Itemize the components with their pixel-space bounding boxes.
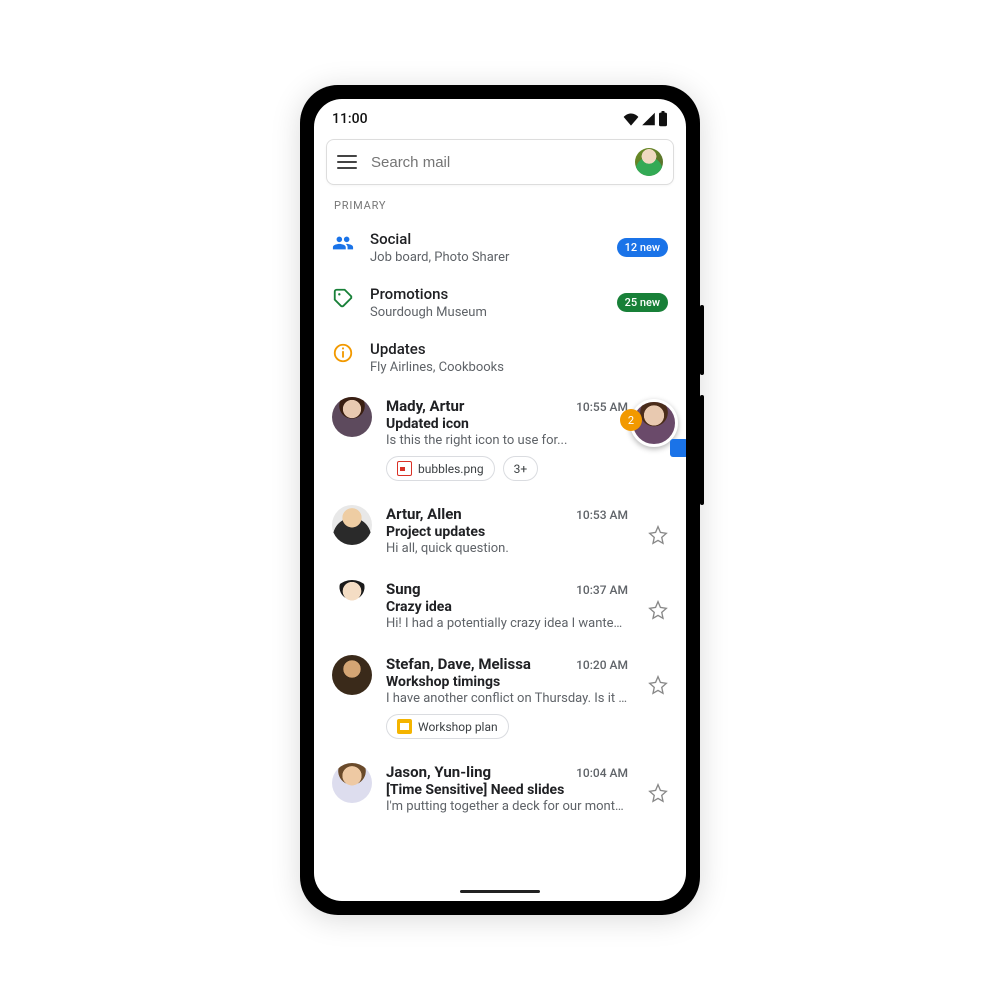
- email-time: 10:04 AM: [576, 766, 628, 780]
- star-icon[interactable]: [648, 525, 668, 545]
- email-sender: Mady, Artur: [386, 397, 464, 415]
- battery-icon: [658, 111, 668, 127]
- volume-button[interactable]: [700, 395, 704, 505]
- cell-signal-icon: [641, 112, 656, 126]
- tab-title: Updates: [370, 340, 668, 358]
- sender-avatar[interactable]: [332, 763, 372, 803]
- email-subject: [Time Sensitive] Need slides: [386, 782, 628, 798]
- sender-avatar[interactable]: [332, 655, 372, 695]
- email-sender: Artur, Allen: [386, 505, 462, 523]
- info-icon: [332, 342, 354, 364]
- tab-badge: 25 new: [617, 293, 668, 312]
- chat-head-badge: 2: [620, 409, 642, 431]
- email-time: 10:55 AM: [576, 400, 628, 414]
- email-time: 10:37 AM: [576, 583, 628, 597]
- attachment-chip[interactable]: Workshop plan: [386, 714, 509, 739]
- email-snippet: Hi all, quick question.: [386, 541, 628, 556]
- tab-updates[interactable]: Updates Fly Airlines, Cookbooks: [314, 330, 686, 385]
- sender-avatar[interactable]: [332, 397, 372, 437]
- tab-subtitle: Sourdough Museum: [370, 305, 601, 320]
- email-snippet: Hi! I had a potentially crazy idea I wan…: [386, 616, 628, 631]
- tab-subtitle: Job board, Photo Sharer: [370, 250, 601, 265]
- email-subject: Crazy idea: [386, 599, 628, 615]
- email-snippet: Is this the right icon to use for...: [386, 433, 628, 448]
- email-time: 10:53 AM: [576, 508, 628, 522]
- email-snippet: I'm putting together a deck for our mont…: [386, 799, 628, 814]
- email-time: 10:20 AM: [576, 658, 628, 672]
- email-subject: Project updates: [386, 524, 628, 540]
- chip-label: Workshop plan: [418, 720, 498, 734]
- tab-social[interactable]: Social Job board, Photo Sharer 12 new: [314, 220, 686, 275]
- tag-icon: [332, 287, 354, 309]
- chip-label: bubbles.png: [418, 462, 484, 476]
- nav-handle[interactable]: [460, 890, 540, 893]
- attachment-more-chip[interactable]: 3+: [503, 456, 539, 481]
- status-time: 11:00: [332, 111, 368, 127]
- status-icons: [623, 111, 668, 127]
- star-icon[interactable]: [648, 783, 668, 803]
- people-icon: [332, 232, 354, 254]
- email-item[interactable]: Stefan, Dave, Melissa 10:20 AM Workshop …: [314, 643, 686, 751]
- inbox-list[interactable]: Social Job board, Photo Sharer 12 new Pr…: [314, 220, 686, 901]
- chat-head-app-icon: [670, 439, 686, 457]
- section-label: PRIMARY: [314, 195, 686, 220]
- hamburger-menu-icon[interactable]: [337, 155, 357, 169]
- sender-avatar[interactable]: [332, 580, 372, 620]
- account-avatar[interactable]: [635, 148, 663, 176]
- email-subject: Workshop timings: [386, 674, 628, 690]
- screen: 11:00 PRIMARY Social Job board, Photo Sh…: [314, 99, 686, 901]
- search-bar[interactable]: [326, 139, 674, 185]
- tab-title: Promotions: [370, 285, 601, 303]
- tab-promotions[interactable]: Promotions Sourdough Museum 25 new: [314, 275, 686, 330]
- email-item[interactable]: Sung 10:37 AM Crazy idea Hi! I had a pot…: [314, 568, 686, 643]
- phone-frame: 11:00 PRIMARY Social Job board, Photo Sh…: [300, 85, 700, 915]
- email-item[interactable]: Artur, Allen 10:53 AM Project updates Hi…: [314, 493, 686, 568]
- slides-icon: [397, 719, 412, 734]
- email-sender: Jason, Yun-ling: [386, 763, 491, 781]
- status-bar: 11:00: [314, 99, 686, 133]
- attachment-chip[interactable]: bubbles.png: [386, 456, 495, 481]
- chip-label: 3+: [514, 462, 528, 476]
- tab-title: Social: [370, 230, 601, 248]
- wifi-icon: [623, 112, 639, 126]
- email-sender: Stefan, Dave, Melissa: [386, 655, 531, 673]
- email-sender: Sung: [386, 580, 421, 598]
- tab-badge: 12 new: [617, 238, 668, 257]
- star-icon[interactable]: [648, 675, 668, 695]
- email-item[interactable]: Jason, Yun-ling 10:04 AM [Time Sensitive…: [314, 751, 686, 826]
- power-button[interactable]: [700, 305, 704, 375]
- sender-avatar[interactable]: [332, 505, 372, 545]
- search-input[interactable]: [371, 154, 621, 171]
- chat-head[interactable]: 2: [630, 399, 686, 455]
- email-subject: Updated icon: [386, 416, 628, 432]
- tab-subtitle: Fly Airlines, Cookbooks: [370, 360, 668, 375]
- star-icon[interactable]: [648, 600, 668, 620]
- image-icon: [397, 461, 412, 476]
- email-snippet: I have another conflict on Thursday. Is …: [386, 691, 628, 706]
